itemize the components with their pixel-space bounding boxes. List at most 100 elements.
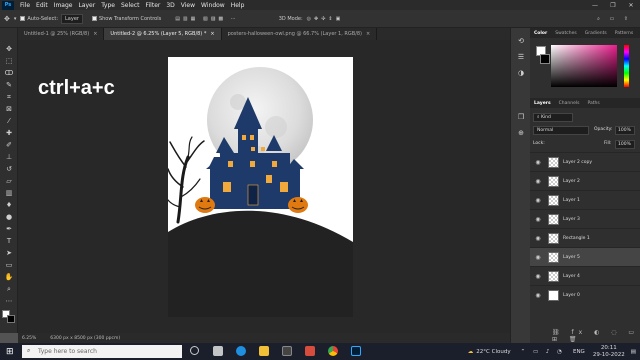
gradient-icon[interactable]: ▥: [3, 188, 15, 198]
crop-icon[interactable]: ⌗: [3, 92, 15, 102]
close-icon[interactable]: ×: [93, 31, 97, 37]
tab-patterns[interactable]: Patterns: [611, 31, 638, 36]
panel-background-swatch[interactable]: [540, 54, 550, 64]
clock[interactable]: 20:11 29-10-2022: [593, 345, 625, 359]
layer-row[interactable]: ◉ Layer 1: [530, 190, 640, 209]
libraries-icon[interactable]: ❒: [515, 112, 527, 122]
auto-select-dropdown[interactable]: Layer: [61, 13, 83, 24]
menu-type[interactable]: Type: [98, 2, 118, 9]
close-icon[interactable]: ✕: [622, 2, 640, 9]
tab-halloween-owl[interactable]: posters-halloween-owl.png @ 66.7% (Layer…: [222, 28, 378, 40]
tab-untitled-1[interactable]: Untitled-1 @ 25% (RGB/8) ×: [18, 28, 105, 40]
background-color-swatch[interactable]: [7, 315, 15, 323]
hand-icon[interactable]: ✋: [3, 272, 15, 282]
3d-mode-icons[interactable]: ◎✥✣⇕▣: [307, 16, 344, 22]
chevron-down-icon[interactable]: ▾: [14, 16, 17, 22]
layer-row[interactable]: ◉ Rectangle 1: [530, 228, 640, 247]
file-explorer-icon[interactable]: [259, 346, 269, 356]
hue-slider[interactable]: [624, 45, 629, 87]
close-icon[interactable]: ×: [210, 31, 214, 37]
dodge-icon[interactable]: ●: [3, 212, 15, 222]
tab-channels[interactable]: Channels: [555, 101, 584, 106]
tab-swatches[interactable]: Swatches: [551, 31, 581, 36]
menu-help[interactable]: Help: [228, 2, 248, 9]
properties-icon[interactable]: ☰: [515, 52, 527, 62]
search-icon[interactable]: ⌕ ▭ ⇪: [597, 16, 632, 22]
edge-icon[interactable]: [236, 346, 246, 356]
lasso-icon[interactable]: ↀ: [3, 68, 15, 78]
store-icon[interactable]: [282, 346, 292, 356]
menu-layer[interactable]: Layer: [75, 2, 98, 9]
healing-icon[interactable]: ✚: [3, 128, 15, 138]
shape-icon[interactable]: ▭: [3, 260, 15, 270]
blur-icon[interactable]: ♦: [3, 200, 15, 210]
menu-file[interactable]: File: [17, 2, 33, 9]
layer-row[interactable]: ◉ Layer 3: [530, 209, 640, 228]
color-picker-field[interactable]: [551, 45, 617, 87]
history-icon[interactable]: ⟲: [515, 36, 527, 46]
eye-icon[interactable]: ◉: [534, 159, 542, 166]
more-tools-icon[interactable]: ⋯: [3, 296, 15, 306]
task-view-icon[interactable]: [213, 346, 223, 356]
maximize-icon[interactable]: ❐: [604, 2, 622, 9]
tab-color[interactable]: Color: [530, 31, 551, 36]
cortana-icon[interactable]: [190, 346, 199, 355]
tab-paths[interactable]: Paths: [583, 101, 603, 106]
minimize-icon[interactable]: —: [586, 2, 604, 9]
layer-row[interactable]: ◉ Layer 4: [530, 266, 640, 285]
layer-row-selected[interactable]: ◉ Layer 5: [530, 247, 640, 266]
eye-icon[interactable]: ◉: [534, 273, 542, 280]
marquee-icon[interactable]: ⬚: [3, 56, 15, 66]
weather-text[interactable]: 22°C Cloudy: [476, 349, 510, 355]
eye-icon[interactable]: ◉: [534, 235, 542, 242]
frame-icon[interactable]: ⊠: [3, 104, 15, 114]
layer-filter-dropdown[interactable]: ⌕ Kind: [533, 113, 573, 122]
document-canvas[interactable]: [168, 57, 353, 317]
tab-layers[interactable]: Layers: [530, 101, 555, 106]
layer-actions-bar[interactable]: ⛓ fx ◐ ◌ ▭ ⊞ 🗑: [552, 329, 640, 343]
zoom-level[interactable]: 6.25%: [22, 336, 36, 341]
quick-select-icon[interactable]: ✎: [3, 80, 15, 90]
menu-filter[interactable]: Filter: [143, 2, 164, 9]
move-tool-icon[interactable]: ✥: [4, 15, 10, 23]
eye-icon[interactable]: ◉: [534, 292, 542, 299]
eye-icon[interactable]: ◉: [534, 178, 542, 185]
zoom-icon[interactable]: ⌕: [3, 284, 15, 294]
language-indicator[interactable]: ENG: [573, 349, 585, 355]
align-icons[interactable]: ▤▥▦ ▧▨▩ ⋯: [175, 16, 239, 22]
eraser-icon[interactable]: ▱: [3, 176, 15, 186]
show-transform-checkbox[interactable]: [91, 16, 97, 21]
auto-select-checkbox[interactable]: [20, 16, 26, 21]
brush-icon[interactable]: ✐: [3, 140, 15, 150]
chrome-icon[interactable]: [328, 346, 338, 356]
type-icon[interactable]: T: [3, 236, 15, 246]
layer-row[interactable]: ◉ Layer 2 copy: [530, 152, 640, 171]
layer-row[interactable]: ◉ Layer 0: [530, 285, 640, 304]
close-icon[interactable]: ×: [366, 31, 370, 37]
eye-icon[interactable]: ◉: [534, 197, 542, 204]
windows-start-icon[interactable]: ⊞: [6, 347, 14, 357]
blend-mode-dropdown[interactable]: Normal: [533, 126, 589, 135]
opacity-field[interactable]: 100%: [615, 126, 635, 135]
menu-view[interactable]: View: [178, 2, 198, 9]
taskbar-search-input[interactable]: ⌕ Type here to search: [22, 345, 182, 358]
menu-window[interactable]: Window: [198, 2, 228, 9]
eye-icon[interactable]: ◉: [534, 216, 542, 223]
eye-icon[interactable]: ◉: [534, 254, 542, 261]
menu-edit[interactable]: Edit: [33, 2, 51, 9]
photoshop-taskbar-icon[interactable]: [351, 346, 361, 356]
brush-settings-icon[interactable]: ⊕: [515, 128, 527, 138]
menu-select[interactable]: Select: [118, 2, 143, 9]
layer-row[interactable]: ◉ Layer 2: [530, 171, 640, 190]
tab-gradients[interactable]: Gradients: [581, 31, 611, 36]
menu-3d[interactable]: 3D: [163, 2, 177, 9]
notification-icon[interactable]: ▤: [631, 349, 636, 355]
menu-image[interactable]: Image: [51, 2, 76, 9]
tab-untitled-2[interactable]: Untitled-2 @ 6.25% (Layer 5, RGB/8) * ×: [104, 28, 222, 40]
pen-icon[interactable]: ✒: [3, 224, 15, 234]
tray-icons[interactable]: ⌃ ▭ ♪ ◔: [521, 349, 565, 355]
move-icon[interactable]: ✥: [3, 44, 15, 54]
fill-field[interactable]: 100%: [615, 140, 635, 149]
eyedropper-icon[interactable]: ⁄: [3, 116, 15, 126]
adjustments-icon[interactable]: ◑: [515, 68, 527, 78]
